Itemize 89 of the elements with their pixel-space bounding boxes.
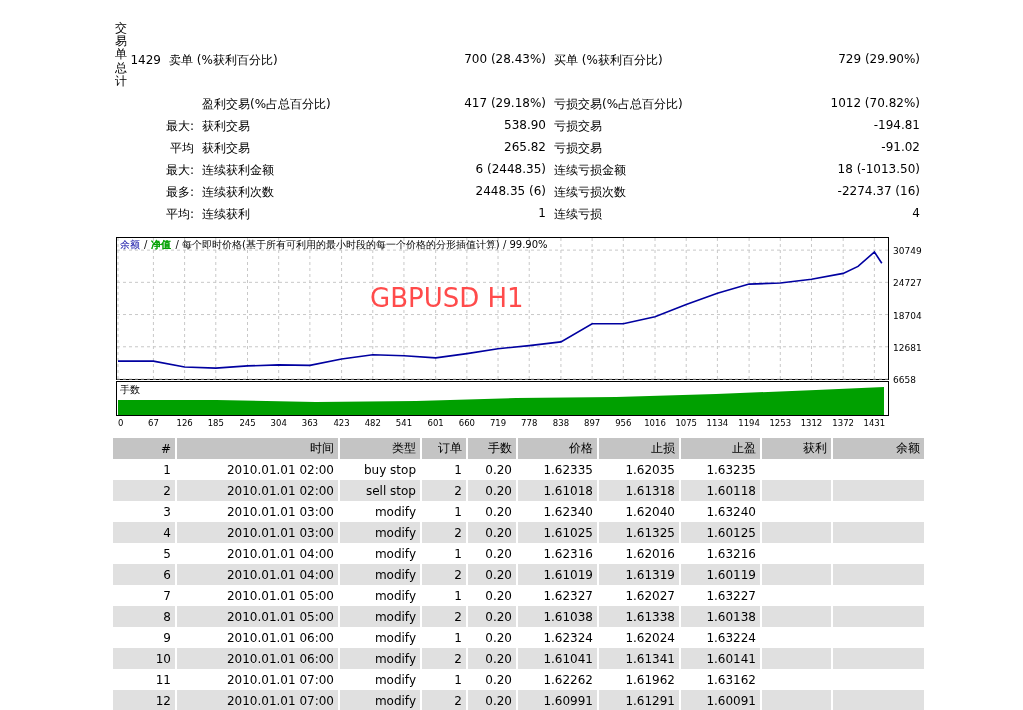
x-tick-label: 67	[148, 418, 159, 428]
column-header: 止盈	[681, 438, 762, 459]
stat-label: 连续亏损次数	[553, 183, 626, 201]
x-tick-label: 0	[118, 418, 124, 428]
table-cell: 2010.01.01 07:00	[177, 690, 340, 710]
stat-value: 538.90	[504, 117, 547, 134]
stat-label: 获利交易	[201, 139, 250, 157]
volume-label: 手数	[120, 384, 140, 395]
stat-value: 6 (2448.35)	[475, 161, 547, 178]
x-tick-label: 1312	[800, 418, 823, 428]
legend-text: 净值	[151, 239, 172, 250]
x-tick-label: 126	[176, 418, 193, 428]
x-tick-label: 423	[333, 418, 350, 428]
column-header: 价格	[518, 438, 599, 459]
stat-value: -91.02	[881, 139, 921, 156]
x-tick-label: 1134	[706, 418, 729, 428]
stat-label: 获利交易	[201, 117, 250, 135]
x-tick-label: 719	[489, 418, 507, 428]
chart-overlay-label: GBPUSD H1	[370, 283, 524, 313]
x-tick-label: 1372	[832, 418, 854, 428]
stat-count: 1429	[129, 53, 162, 67]
y-tick-label: 12681	[893, 342, 922, 353]
stat-label: 连续获利次数	[201, 183, 274, 201]
stat-prefix: 最大:	[165, 161, 195, 179]
legend-text: / 每个即时价格(基于所有可利用的最小时段的每一个价格的分形插值计算) / 99.90%	[175, 239, 548, 250]
stat-prefix: 平均:	[165, 205, 195, 223]
table-cell: 1.60091	[681, 690, 762, 710]
x-tick-label: 660	[458, 418, 475, 428]
x-tick-label: 541	[395, 418, 413, 428]
stat-value: 700 (28.43%)	[464, 51, 547, 68]
stat-value: 265.82	[504, 139, 547, 156]
stat-value: 1	[538, 205, 547, 222]
stat-label: 连续亏损金额	[553, 161, 626, 179]
y-tick-label: 6658	[893, 375, 916, 385]
stat-label: 卖单 (%获利百分比)	[168, 51, 278, 69]
x-tick-label: 1194	[738, 418, 760, 428]
stat-value: 4	[912, 205, 921, 222]
x-tick-label: 482	[364, 418, 381, 428]
stat-label: 亏损交易	[553, 139, 602, 157]
column-header: 获利	[762, 438, 833, 459]
x-tick-label: 1431	[863, 418, 886, 428]
table-cell: 12	[113, 690, 177, 710]
legend-text: 余额	[120, 239, 140, 250]
stat-value: 1012 (70.82%)	[830, 95, 921, 112]
side-label: 交易单总计	[115, 22, 127, 90]
stat-value: 729 (29.90%)	[838, 51, 921, 68]
column-header: 订单	[422, 438, 468, 459]
x-tick-label: 601	[427, 418, 444, 428]
stat-value: -194.81	[873, 117, 921, 134]
stat-prefix: 最多:	[165, 183, 195, 201]
stat-label: 买单 (%获利百分比)	[553, 51, 663, 69]
stat-prefix: 平均	[169, 139, 195, 157]
stat-label: 亏损交易	[553, 117, 602, 135]
column-header: 余额	[833, 438, 926, 459]
x-tick-label: 956	[615, 418, 632, 428]
table-cell: 1.60991	[518, 690, 599, 710]
stat-label: 亏损交易(%占总百分比)	[553, 95, 683, 113]
x-tick-label: 1253	[769, 418, 792, 428]
column-header: 类型	[340, 438, 422, 459]
table-cell: 1.61291	[599, 690, 681, 710]
stat-label: 连续获利	[201, 205, 250, 223]
column-header: 止损	[599, 438, 681, 459]
column-header: 手数	[468, 438, 518, 459]
stat-label: 盈利交易(%占总百分比)	[201, 95, 331, 113]
table-cell: 2	[422, 690, 468, 710]
stat-prefix: 最大:	[165, 117, 195, 135]
y-tick-label: 30749	[893, 246, 922, 257]
column-header: #	[113, 438, 177, 459]
x-tick-label: 185	[207, 418, 224, 428]
x-tick-label: 363	[301, 418, 318, 428]
table-cell: modify	[340, 690, 422, 710]
legend-text: /	[144, 239, 148, 250]
stat-value: 417 (29.18%)	[464, 95, 547, 112]
stat-value: -2274.37 (16)	[837, 183, 921, 200]
x-tick-label: 1016	[644, 418, 666, 428]
y-tick-label: 18704	[893, 310, 922, 321]
x-tick-label: 778	[521, 418, 538, 428]
x-tick-label: 897	[584, 418, 601, 428]
x-tick-label: 838	[552, 418, 570, 428]
y-tick-label: 24727	[893, 278, 922, 289]
x-tick-label: 1075	[675, 418, 697, 428]
stat-label: 连续亏损	[553, 205, 602, 223]
x-tick-label: 245	[239, 418, 256, 428]
column-header: 时间	[177, 438, 340, 459]
stat-value: 18 (-1013.50)	[837, 161, 921, 178]
x-tick-label: 304	[270, 418, 287, 428]
stat-value: 2448.35 (6)	[475, 183, 547, 200]
stat-label: 连续获利金额	[201, 161, 274, 179]
table-cell: 0.20	[468, 690, 518, 710]
